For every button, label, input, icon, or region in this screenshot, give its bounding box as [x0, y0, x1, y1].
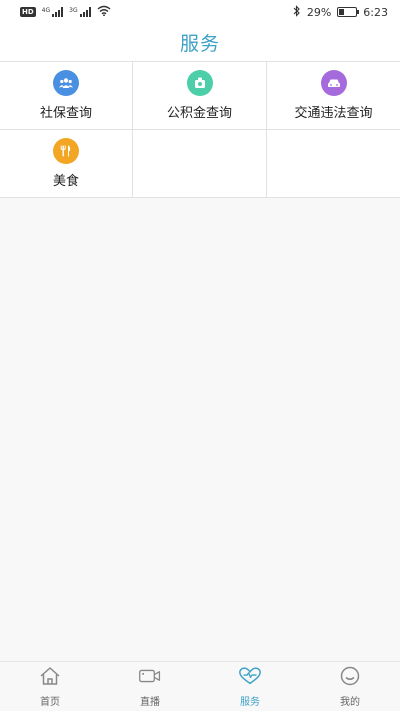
- service-traffic-violation[interactable]: 交通违法查询: [267, 62, 400, 130]
- screen: HD 4G 3G 29% 6:23 服务 社保查询 公积金查询 交通违法查询 美…: [0, 0, 400, 711]
- empty-cell: [133, 130, 267, 198]
- signal-icon-2: 3G: [69, 7, 91, 17]
- battery-icon: [337, 7, 360, 17]
- smiley-icon: [338, 666, 362, 690]
- people-icon: [53, 70, 79, 96]
- heart-icon: [238, 666, 262, 690]
- status-bar: HD 4G 3G 29% 6:23: [0, 0, 400, 24]
- nav-label: 我的: [340, 696, 360, 708]
- signal-icon-1: 4G: [42, 7, 64, 17]
- app-header: 服务: [0, 24, 400, 61]
- wifi-icon: [97, 5, 111, 19]
- video-camera-icon: [138, 666, 162, 690]
- nav-label: 直播: [140, 696, 160, 708]
- hd-badge: HD: [20, 7, 36, 17]
- nav-live[interactable]: 直播: [100, 662, 200, 711]
- food-icon: [53, 138, 79, 164]
- battery-percent: 29%: [306, 5, 332, 19]
- bottom-nav: 首页 直播 服务 我的: [0, 661, 400, 711]
- nav-mine[interactable]: 我的: [300, 662, 400, 711]
- home-icon: [38, 666, 62, 690]
- service-grid: 社保查询 公积金查询 交通违法查询 美食: [0, 61, 400, 198]
- service-food[interactable]: 美食: [0, 130, 133, 198]
- house-fund-icon: [186, 70, 213, 96]
- nav-service[interactable]: 服务: [200, 662, 300, 711]
- nav-label: 首页: [40, 696, 60, 708]
- service-social-security[interactable]: 社保查询: [0, 62, 133, 130]
- service-label: 社保查询: [39, 106, 92, 121]
- bluetooth-icon: [293, 4, 301, 20]
- service-housing-fund[interactable]: 公积金查询: [133, 62, 267, 130]
- nav-label: 服务: [240, 696, 260, 708]
- status-right: 29% 6:23: [293, 4, 388, 20]
- service-label: 交通违法查询: [294, 106, 373, 121]
- service-label: 美食: [52, 174, 79, 189]
- empty-cell: [267, 130, 400, 198]
- car-icon: [320, 70, 347, 96]
- status-left: HD 4G 3G: [20, 5, 111, 19]
- nav-home[interactable]: 首页: [0, 662, 100, 711]
- service-label: 公积金查询: [166, 106, 232, 121]
- clock: 6:23: [363, 5, 388, 19]
- page-title: 服务: [179, 33, 220, 55]
